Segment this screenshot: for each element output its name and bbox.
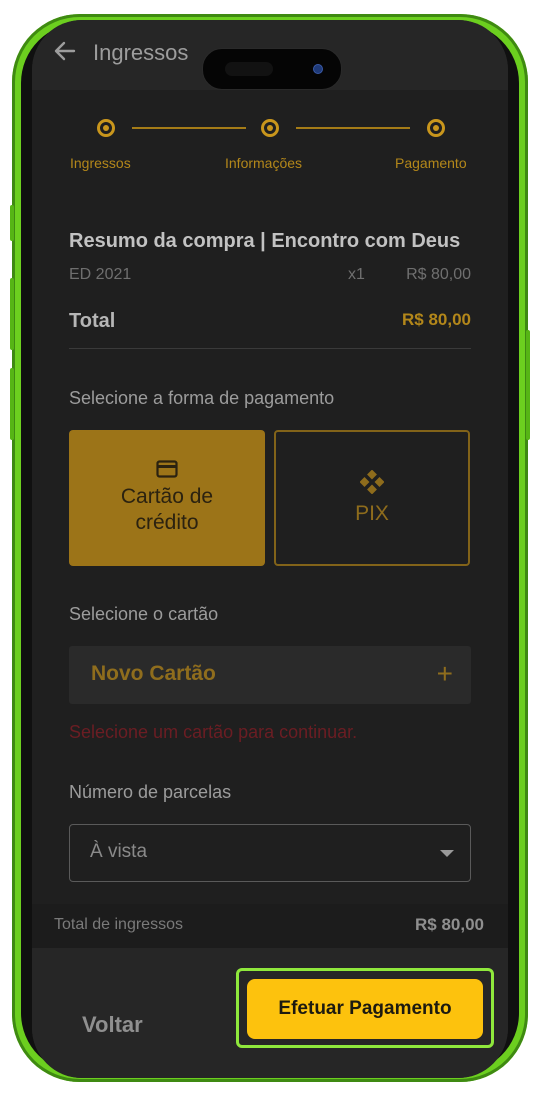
phone-volume-up-button [10,278,14,350]
total-value: R$ 80,00 [402,310,471,329]
new-card-label: Novo Cartão [91,662,216,685]
payment-option-credit-card-label: Cartão de crédito [120,485,214,534]
step-label-ingressos: Ingressos [70,155,131,171]
phone-volume-down-button [10,368,14,440]
phone-power-button [526,330,530,440]
installments-selected-value: À vista [90,841,148,862]
ticket-price: R$ 80,00 [406,266,471,283]
submit-payment-button[interactable]: Efetuar Pagamento [247,979,483,1039]
credit-card-icon [156,460,178,478]
summary-divider [69,348,471,349]
payment-option-credit-card[interactable]: Cartão de crédito [69,430,265,566]
back-button[interactable]: Voltar [82,1012,143,1038]
card-error-message: Selecione um cartão para continuar. [69,722,358,742]
payment-option-pix-label: PIX [355,502,389,525]
checkout-content: Ingressos Informações Pagamento Resumo d… [32,90,508,904]
step-2-dot [261,119,279,137]
chevron-down-icon [440,850,454,857]
step-1-dot [97,119,115,137]
bottom-action-bar: Voltar Efetuar Pagamento [32,948,508,1078]
submit-highlight: Efetuar Pagamento [236,968,494,1048]
total-label: Total [69,310,116,332]
installments-label: Número de parcelas [69,782,232,802]
ticket-total-value: R$ 80,00 [415,915,484,934]
app-screen: Ingressos Ingressos Informações Pagament… [32,20,508,1078]
payment-method-label: Selecione a forma de pagamento [69,388,335,408]
payment-option-pix[interactable]: PIX [274,430,470,566]
page-title: Ingressos [93,40,189,65]
plus-icon: + [436,658,453,689]
ticket-total-label: Total de ingressos [54,916,183,933]
step-label-pagamento: Pagamento [395,155,467,171]
dynamic-island [202,48,342,90]
installments-select[interactable]: À vista [69,824,471,882]
step-3-dot [427,119,445,137]
ticket-total-strip: Total de ingressos R$ 80,00 [32,904,508,948]
new-card-button[interactable]: Novo Cartão + [69,646,471,704]
step-label-informacoes: Informações [225,155,303,171]
order-summary-title: Resumo da compra | Encontro com Deus [69,230,461,252]
sensor-pill [225,62,273,76]
ticket-name: ED 2021 [69,266,132,283]
back-arrow-icon[interactable] [52,38,78,64]
phone-side-button [10,205,14,241]
step-connector [132,127,246,129]
card-select-label: Selecione o cartão [69,604,219,624]
step-connector [296,127,410,129]
pix-icon [360,470,384,494]
ticket-quantity: x1 [348,266,365,283]
front-camera [313,64,323,74]
